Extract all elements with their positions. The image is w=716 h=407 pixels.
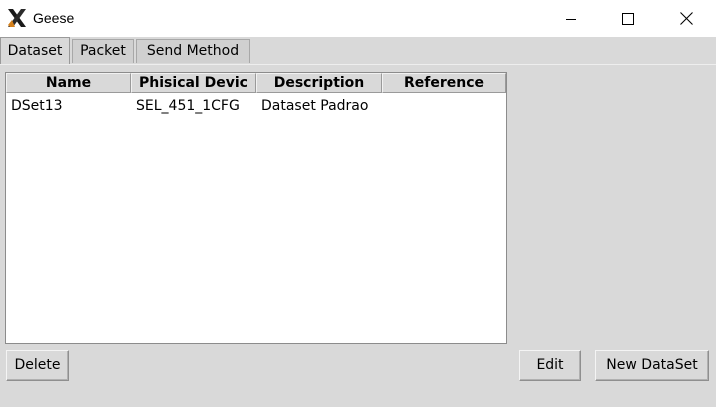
cell-device: SEL_451_1CFG <box>136 98 240 114</box>
cell-description: Dataset Padrao <box>261 98 369 114</box>
x-logo-icon <box>7 8 27 28</box>
app-window: Geese Dataset Packet Send Method Name Ph… <box>0 0 716 407</box>
column-header-physical-device[interactable]: Phisical Devic <box>131 73 256 93</box>
table-header: Name Phisical Devic Description Referenc… <box>6 73 506 93</box>
delete-button[interactable]: Delete <box>6 350 69 381</box>
tab-packet[interactable]: Packet <box>72 39 134 63</box>
column-header-reference[interactable]: Reference <box>382 73 506 93</box>
dataset-table[interactable]: Name Phisical Devic Description Referenc… <box>5 72 507 344</box>
title-bar: Geese <box>0 0 716 37</box>
maximize-icon <box>622 12 634 25</box>
tab-bar: Dataset Packet Send Method <box>0 37 716 65</box>
maximize-button[interactable] <box>600 0 656 37</box>
close-button[interactable] <box>658 0 714 37</box>
new-dataset-button[interactable]: New DataSet <box>595 350 709 381</box>
tab-send-method[interactable]: Send Method <box>136 39 250 63</box>
edit-button[interactable]: Edit <box>519 350 581 381</box>
window-title: Geese <box>33 10 75 26</box>
column-header-name[interactable]: Name <box>6 73 131 93</box>
cell-reference <box>387 95 505 117</box>
column-header-description[interactable]: Description <box>256 73 382 93</box>
table-row[interactable]: DSet13 SEL_451_1CFG Dataset Padrao <box>6 95 506 117</box>
tab-dataset[interactable]: Dataset <box>0 37 70 65</box>
tab-panel-border <box>0 64 716 65</box>
close-icon <box>679 12 693 25</box>
cell-name: DSet13 <box>11 98 63 114</box>
minimize-icon <box>566 18 576 20</box>
minimize-button[interactable] <box>543 0 599 37</box>
